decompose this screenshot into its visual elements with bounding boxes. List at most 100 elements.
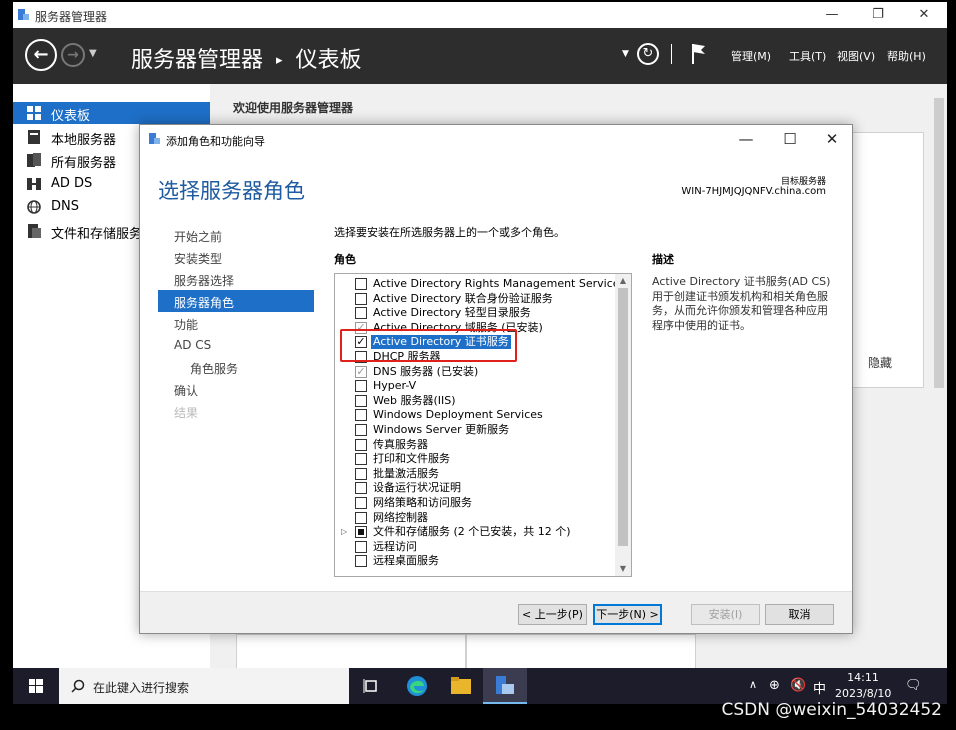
role-label: Active Directory 联合身份验证服务 — [373, 291, 553, 305]
network-icon[interactable]: ⊕ — [769, 678, 780, 693]
role-checkbox[interactable] — [355, 394, 367, 407]
previous-button[interactable]: < 上一步(P) — [518, 604, 587, 625]
role-checkbox[interactable] — [355, 497, 367, 509]
menu-help[interactable]: 帮助(H) — [887, 48, 926, 64]
role-item[interactable]: Windows Deployment Services — [335, 408, 615, 423]
destination-server-name: WIN-7HJMJQJQNFV.china.com — [681, 186, 826, 197]
role-checkbox[interactable] — [355, 482, 367, 495]
role-item[interactable]: ✓ DNS 服务器 (已安装) — [335, 365, 615, 380]
volume-muted-icon[interactable]: 🔇 — [790, 678, 806, 693]
role-label: 网络控制器 — [373, 510, 428, 524]
scrollbar-thumb[interactable] — [618, 288, 628, 546]
expand-arrow-icon[interactable]: ▷ — [341, 525, 347, 539]
role-checkbox[interactable]: ✓ — [355, 365, 367, 378]
minimize-button[interactable]: — — [809, 2, 855, 28]
scroll-down-icon[interactable]: ▼ — [615, 562, 631, 576]
notification-center-icon[interactable]: 🗨 — [905, 678, 922, 693]
role-item[interactable]: 批量激活服务 — [335, 467, 615, 482]
role-item[interactable]: Web 服务器(IIS) — [335, 394, 615, 409]
menu-tools[interactable]: 工具(T) — [789, 48, 826, 64]
ime-indicator[interactable]: 中 — [813, 678, 826, 697]
roles-scrollbar[interactable]: ▲ ▼ — [615, 274, 631, 576]
step-label: 确认 — [174, 384, 199, 398]
role-checkbox[interactable] — [355, 292, 367, 305]
hide-link[interactable]: 隐藏 — [868, 354, 892, 371]
role-checkbox[interactable] — [355, 380, 367, 393]
wizard-step[interactable]: 功能 — [158, 312, 314, 334]
role-item[interactable]: ▷ 文件和存储服务 (2 个已安装，共 12 个) — [335, 525, 615, 540]
role-label: 文件和存储服务 (2 个已安装，共 12 个) — [373, 525, 571, 539]
wizard-instruction: 选择要安装在所选服务器上的一个或多个角色。 — [334, 226, 565, 239]
close-button[interactable]: ✕ — [901, 2, 947, 28]
role-checkbox[interactable] — [355, 409, 367, 422]
role-item[interactable]: 设备运行状况证明 — [335, 481, 615, 496]
role-item[interactable]: Windows Server 更新服务 — [335, 423, 615, 438]
cancel-button[interactable]: 取消 — [765, 604, 834, 625]
role-item[interactable]: 网络策略和访问服务 — [335, 496, 615, 511]
role-item[interactable]: Hyper-V — [335, 379, 615, 394]
start-button[interactable] — [13, 668, 59, 704]
dropdown-chevron-icon[interactable]: ▼ — [622, 49, 629, 59]
notification-flag-icon[interactable] — [691, 42, 707, 66]
back-button[interactable]: ← — [25, 39, 57, 71]
add-roles-wizard-dialog: 添加角色和功能向导 — ☐ ✕ 选择服务器角色 目标服务器 WIN-7HJMJQ… — [139, 124, 853, 634]
file-explorer-icon[interactable] — [439, 668, 483, 704]
forward-button[interactable]: → — [61, 43, 85, 67]
wizard-step[interactable]: AD CS — [158, 334, 314, 356]
role-checkbox[interactable] — [355, 526, 367, 539]
role-item[interactable]: 网络控制器 — [335, 511, 615, 526]
role-label: 网络策略和访问服务 — [373, 496, 472, 509]
role-checkbox[interactable] — [355, 467, 367, 480]
role-item[interactable]: Active Directory 联合身份验证服务 — [335, 292, 615, 307]
taskbar-search-box[interactable]: 在此键入进行搜索 — [59, 668, 349, 704]
wizard-substep[interactable]: 角色服务 — [158, 356, 314, 378]
role-item[interactable]: Active Directory 轻型目录服务 — [335, 306, 615, 321]
menu-manage[interactable]: 管理(M) — [731, 48, 771, 64]
sidebar-item-dashboard[interactable]: 仪表板 — [13, 102, 210, 124]
description-header: 描述 — [652, 253, 674, 266]
wizard-step[interactable]: 服务器选择 — [158, 268, 314, 290]
wizard-maximize-button[interactable]: ☐ — [770, 128, 810, 150]
role-checkbox[interactable] — [355, 424, 367, 436]
task-view-icon[interactable] — [349, 668, 393, 704]
chevron-down-icon[interactable]: ▼ — [89, 48, 97, 59]
step-label: 开始之前 — [174, 230, 223, 244]
role-item[interactable]: 远程访问 — [335, 540, 615, 555]
wizard-step[interactable]: 安装类型 — [158, 246, 314, 268]
roles-list[interactable]: 远程桌面服务 远程访问 ▷ 文件和存储服务 (2 个已安装，共 12 个) 网络控制器网… — [334, 273, 632, 577]
role-checkbox[interactable] — [355, 278, 367, 290]
wizard-step-selected[interactable]: 服务器角色 — [158, 290, 314, 312]
show-hidden-icons-icon[interactable]: ∧ — [749, 678, 757, 691]
server-manager-taskbar-icon[interactable] — [483, 668, 527, 704]
role-item[interactable]: 传真服务器 — [335, 438, 615, 453]
role-label: Active Directory Rights Management Servi… — [373, 277, 626, 290]
role-checkbox[interactable] — [355, 511, 367, 524]
wizard-step[interactable]: 开始之前 — [158, 224, 314, 246]
role-item[interactable]: 打印和文件服务 — [335, 452, 615, 467]
scrollbar-thumb[interactable] — [934, 98, 944, 388]
role-checkbox[interactable] — [355, 540, 367, 553]
role-label: 远程访问 — [373, 539, 417, 553]
role-description: Active Directory 证书服务(AD CS)用于创建证书颁发机构和相… — [652, 275, 831, 332]
taskbar-clock[interactable]: 14:11 2023/8/10 — [835, 670, 891, 702]
arrow-right-icon: → — [67, 47, 79, 63]
edge-browser-icon[interactable] — [395, 668, 439, 704]
wizard-minimize-button[interactable]: — — [726, 128, 766, 150]
refresh-icon[interactable]: ↻ — [637, 43, 659, 65]
menu-view[interactable]: 视图(V) — [837, 48, 875, 64]
wizard-close-button[interactable]: ✕ — [812, 128, 852, 150]
sidebar-item-label: 本地服务器 — [51, 133, 117, 148]
role-checkbox[interactable] — [355, 438, 367, 451]
role-checkbox[interactable] — [355, 307, 367, 320]
scroll-up-icon[interactable]: ▲ — [615, 274, 631, 288]
maximize-button[interactable]: ❐ — [855, 2, 901, 28]
role-item[interactable]: Active Directory Rights Management Servi… — [335, 277, 625, 292]
wizard-step[interactable]: 确认 — [158, 378, 314, 400]
header-bar: ← → ▼ 服务器管理器 ▸ 仪表板 ▼ ↻ 管理(M) 工具(T) 视图(V)… — [13, 28, 947, 84]
role-checkbox[interactable] — [355, 453, 367, 466]
role-item[interactable]: 远程桌面服务 — [335, 554, 615, 569]
role-checkbox[interactable] — [355, 555, 367, 568]
welcome-heading: 欢迎使用服务器管理器 — [233, 101, 354, 115]
main-scrollbar[interactable] — [931, 84, 947, 670]
next-button[interactable]: 下一步(N) > — [593, 604, 662, 625]
